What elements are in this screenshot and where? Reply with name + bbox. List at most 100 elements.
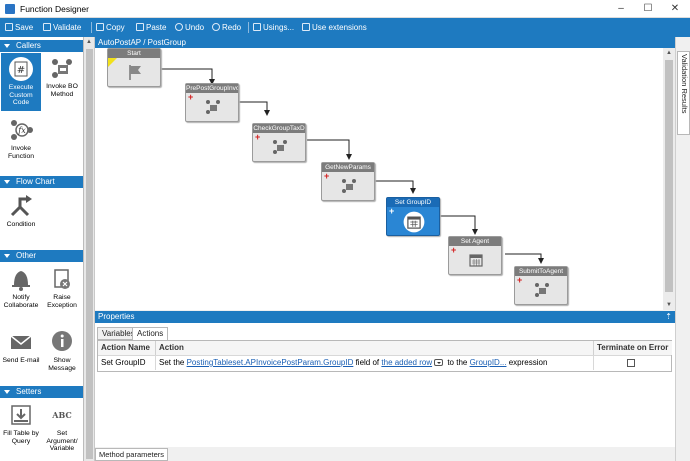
calendar-icon (403, 211, 425, 233)
add-icon[interactable]: + (324, 172, 329, 181)
validation-results-label: Validation Results (680, 54, 689, 114)
usings-icon (253, 23, 261, 31)
invoke-function-icon: fx (8, 117, 34, 143)
flow-canvas[interactable]: Start PrePostGroupInvoi + CheckGroupTaxD… (95, 48, 663, 310)
validate-button[interactable]: Validate (43, 21, 81, 34)
tool-invoke-bo-method[interactable]: Invoke BO Method (42, 55, 82, 98)
scrollbar-thumb[interactable] (665, 60, 673, 292)
copy-icon (96, 23, 104, 31)
canvas-scrollbar[interactable]: ▲ ▼ (663, 48, 675, 310)
custom-code-icon: # (8, 56, 34, 82)
save-button[interactable]: Save (5, 21, 33, 34)
tab-actions[interactable]: Actions (132, 327, 169, 341)
action-text: to the (447, 358, 468, 367)
add-icon[interactable]: + (188, 93, 193, 102)
info-icon (49, 329, 75, 355)
tool-label: Raise Exception (47, 294, 77, 309)
window-title-bar: Function Designer – ☐ ✕ (0, 0, 690, 18)
envelope-icon (8, 329, 34, 355)
invoke-bo-icon (342, 179, 356, 193)
tool-label: Invoke Function (7, 145, 35, 160)
breadcrumb: AutoPostAP / PostGroup (95, 37, 675, 48)
tool-condition[interactable]: Condition (1, 193, 41, 229)
tool-set-argument-variable[interactable]: ABC Set Argument/ Variable (42, 402, 82, 453)
dropdown-icon[interactable] (434, 359, 444, 366)
section-other[interactable]: Other (0, 250, 83, 262)
tab-method-parameters[interactable]: Method parameters (95, 448, 169, 461)
add-icon[interactable]: + (255, 133, 260, 142)
section-setters[interactable]: Setters (0, 386, 83, 398)
terminate-cell (594, 356, 672, 370)
invoke-bo-icon (49, 55, 75, 81)
invoke-bo-icon (206, 100, 220, 114)
flow-node-set-groupid[interactable]: Set GroupID + (386, 197, 440, 236)
tool-show-message[interactable]: Show Message (42, 329, 82, 372)
add-icon[interactable]: + (451, 246, 456, 255)
undo-icon (175, 23, 183, 31)
scroll-up-icon[interactable]: ▲ (86, 39, 92, 45)
tool-invoke-function[interactable]: fx Invoke Function (1, 117, 41, 160)
tool-label: Set Argument/ Variable (46, 430, 78, 452)
pin-icon[interactable]: ⇡ (665, 311, 672, 323)
validation-results-tab[interactable]: Validation Results (677, 51, 690, 135)
tool-raise-exception[interactable]: Raise Exception (42, 266, 82, 309)
flow-node-start[interactable]: Start (107, 48, 161, 87)
copy-label: Copy (106, 23, 125, 32)
right-rail: Validation Results (675, 37, 690, 461)
scroll-up-icon[interactable]: ▲ (666, 50, 672, 56)
save-icon (5, 23, 13, 31)
condition-icon (8, 193, 34, 219)
action-name-cell[interactable]: Set GroupID (98, 356, 156, 370)
column-header-terminate-on-error[interactable]: Terminate on Error (594, 341, 672, 355)
actions-table: Action Name Action Terminate on Error Se… (97, 340, 672, 372)
scroll-down-icon[interactable]: ▼ (666, 302, 672, 308)
bell-icon (8, 266, 34, 292)
abc-icon: ABC (49, 402, 75, 428)
undo-button[interactable]: Undo (175, 21, 204, 34)
flow-node-set-agent[interactable]: Set Agent + (448, 236, 502, 275)
table-row[interactable]: Set GroupID Set the PostingTableset.APIn… (98, 356, 671, 371)
svg-text:ABC: ABC (51, 410, 71, 420)
scrollbar-thumb[interactable] (86, 49, 93, 459)
copy-button[interactable]: Copy (96, 21, 125, 34)
column-header-action-name[interactable]: Action Name (98, 341, 156, 355)
tool-fill-table-by-query[interactable]: Fill Table by Query (1, 402, 41, 445)
flow-node-prepostgroupinvoi[interactable]: PrePostGroupInvoi + (185, 83, 239, 122)
row-link[interactable]: the added row (381, 358, 432, 367)
flag-icon (129, 65, 141, 80)
add-icon[interactable]: + (389, 207, 394, 216)
minimize-button[interactable]: – (610, 2, 632, 16)
expression-link[interactable]: GroupID... (470, 358, 507, 367)
table-header-row: Action Name Action Terminate on Error (98, 341, 672, 356)
use-extensions-label: Use extensions (312, 23, 367, 32)
section-flow-chart[interactable]: Flow Chart (0, 176, 83, 188)
maximize-button[interactable]: ☐ (637, 2, 659, 16)
redo-button[interactable]: Redo (212, 21, 241, 34)
window-title: Function Designer (20, 4, 89, 14)
tool-execute-custom-code[interactable]: # Execute Custom Code (1, 53, 41, 111)
redo-icon (212, 23, 220, 31)
field-link[interactable]: PostingTableset.APInvoicePostParam.Group… (187, 358, 354, 367)
node-title: SubmitToAgent (515, 267, 567, 276)
flow-node-getnewparams[interactable]: GetNewParams + (321, 162, 375, 201)
use-extensions-button[interactable]: Use extensions (302, 21, 367, 34)
flow-node-checkgrouptaxd[interactable]: CheckGroupTaxD + (252, 123, 306, 162)
toolbox-scrollbar[interactable]: ▲ (84, 37, 95, 461)
tool-label: Fill Table by Query (3, 430, 39, 445)
close-button[interactable]: ✕ (664, 2, 686, 16)
flow-node-submittoagent[interactable]: SubmitToAgent + (514, 266, 568, 305)
tool-send-email[interactable]: Send E-mail (1, 329, 41, 365)
validate-label: Validate (53, 23, 82, 32)
save-label: Save (15, 23, 34, 32)
tool-notify-collaborate[interactable]: Notify Collaborate (1, 266, 41, 309)
column-header-action[interactable]: Action (156, 341, 594, 355)
paste-button[interactable]: Paste (136, 21, 166, 34)
node-title: Set Agent (449, 237, 501, 246)
node-title: GetNewParams (322, 163, 374, 172)
fill-table-icon (8, 402, 34, 428)
add-icon[interactable]: + (517, 276, 522, 285)
section-callers[interactable]: Callers (0, 40, 83, 52)
terminate-on-error-checkbox[interactable] (627, 359, 635, 367)
node-title: Set GroupID (387, 198, 439, 207)
usings-button[interactable]: Usings... (253, 21, 294, 34)
